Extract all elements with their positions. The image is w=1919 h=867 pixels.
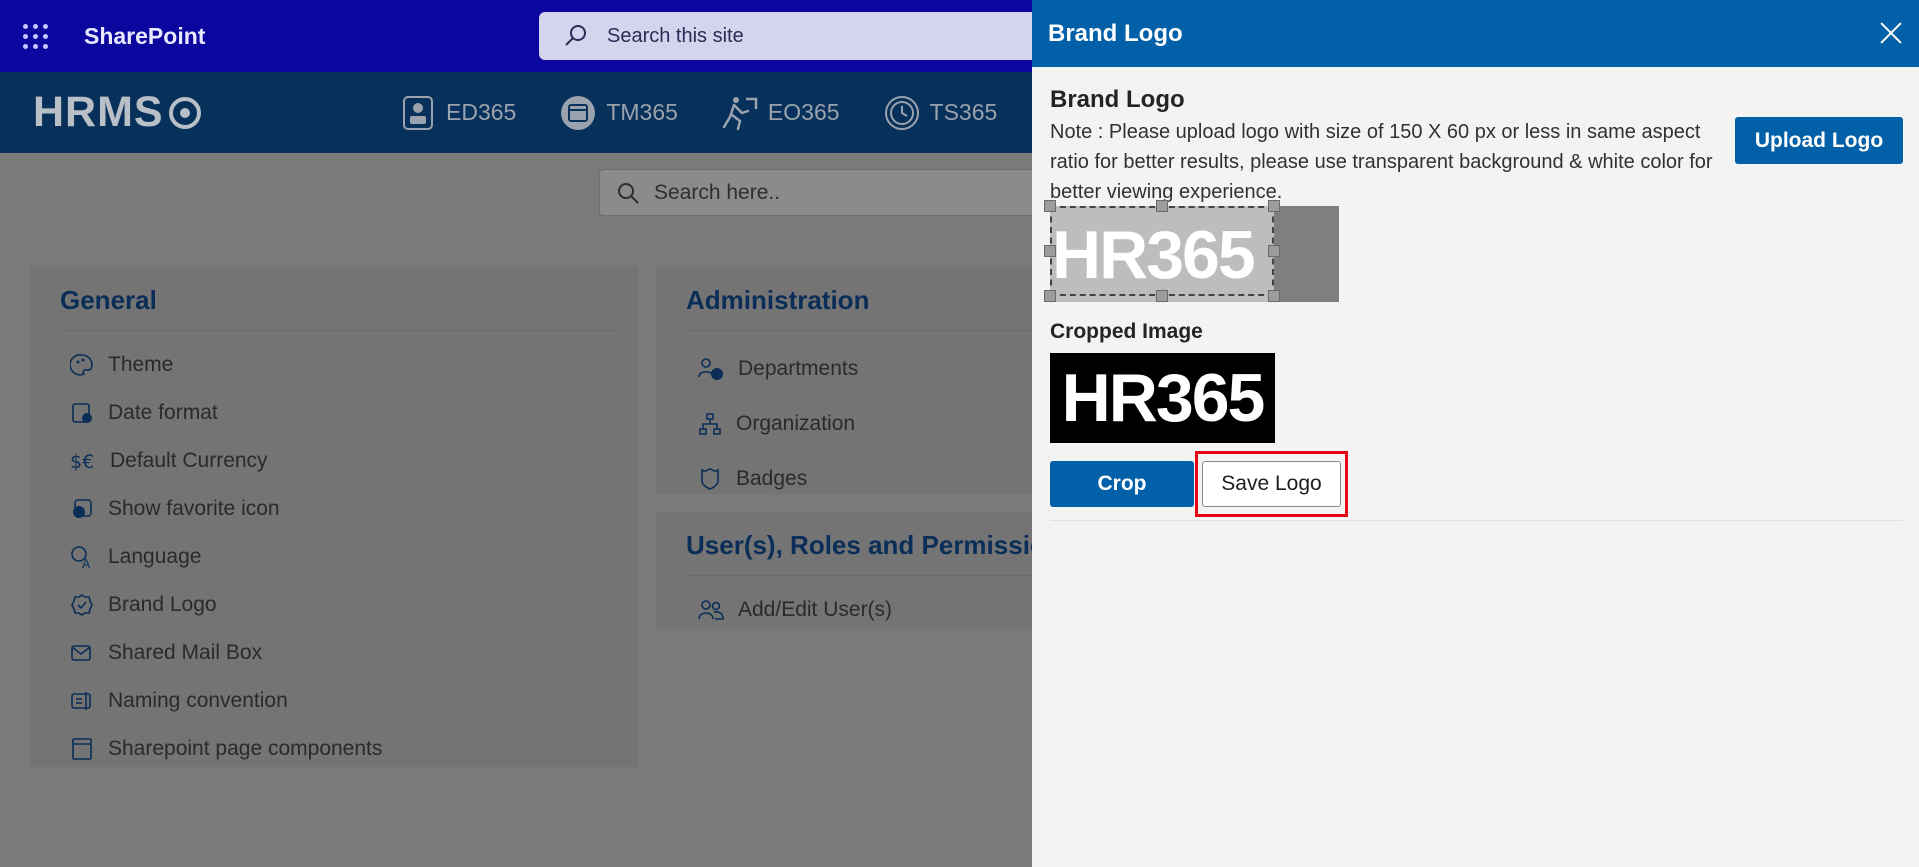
crop-handle-n[interactable] [1156, 200, 1168, 212]
departments-icon [698, 357, 723, 380]
menu-item-sharepoint-page-components[interactable]: Sharepoint page components [30, 725, 638, 773]
palette-icon [70, 354, 93, 376]
cropped-image-text: HR365 [1061, 360, 1266, 436]
menu-item-label: Organization [736, 411, 856, 435]
favorite-icon [73, 499, 92, 518]
site-search-box[interactable]: Search this site [539, 12, 1039, 60]
general-card: General Theme Date format $€ Default Cur… [30, 267, 638, 767]
menu-item-date-format[interactable]: Date format [30, 389, 638, 437]
menu-item-organization[interactable]: Organization [656, 396, 1032, 451]
crop-editor[interactable]: HR365 [1044, 200, 1339, 302]
menu-item-brand-logo[interactable]: Brand Logo [30, 581, 638, 629]
menu-item-label: Default Currency [110, 449, 268, 472]
section-title: Brand Logo [1050, 86, 1185, 113]
crop-button[interactable]: Crop [1050, 461, 1194, 507]
employee-directory-icon [403, 95, 433, 130]
crop-outside-area [1274, 206, 1339, 302]
svg-text:A: A [82, 557, 91, 569]
menu-item-label: Add/Edit User(s) [738, 598, 893, 621]
tab-tm365[interactable]: TM365 [558, 93, 678, 133]
menu-item-default-currency[interactable]: $€ Default Currency [30, 437, 638, 485]
menu-item-theme[interactable]: Theme [30, 341, 638, 389]
users-roles-title: User(s), Roles and Permissio [686, 530, 1032, 560]
hrms-logo[interactable]: HRMS [33, 88, 201, 137]
menu-item-departments[interactable]: Departments [656, 341, 1032, 396]
language-icon: A [71, 546, 91, 569]
tab-ed365-label: ED365 [446, 99, 517, 125]
menu-item-label: Language [108, 545, 202, 568]
tab-tm365-label: TM365 [606, 99, 678, 125]
menu-item-label: Sharepoint page components [108, 737, 383, 760]
users-roles-card: User(s), Roles and Permissio Add/Edit Us… [656, 512, 1032, 628]
tab-eo365-label: EO365 [767, 99, 840, 125]
page-search-input[interactable]: Search here.. [599, 169, 1059, 216]
clock-icon [884, 95, 919, 130]
calendar-clock-icon [72, 403, 92, 423]
brand-logo-panel: Brand Logo Brand Logo Note : Please uplo… [1032, 0, 1919, 867]
panel-header: Brand Logo [1032, 0, 1919, 67]
page-search-placeholder: Search here.. [654, 180, 781, 204]
mailbox-icon [71, 645, 91, 661]
search-icon [565, 25, 586, 46]
menu-item-add-edit-users[interactable]: Add/Edit User(s) [656, 586, 1032, 628]
close-icon[interactable] [1877, 19, 1905, 47]
menu-item-label: Naming convention [108, 689, 288, 712]
app-launcher-button[interactable] [0, 0, 70, 72]
badge-shield-icon [701, 467, 719, 490]
crop-handle-e[interactable] [1268, 245, 1280, 257]
crop-handle-nw[interactable] [1044, 200, 1056, 212]
general-title: General [60, 285, 157, 315]
menu-item-badges[interactable]: Badges [656, 451, 1032, 506]
upload-logo-button[interactable]: Upload Logo [1735, 117, 1903, 164]
highlight-box [1195, 451, 1348, 517]
administration-title: Administration [686, 285, 870, 315]
crop-selection[interactable] [1050, 206, 1274, 296]
rename-icon [71, 692, 91, 710]
menu-item-label: Theme [108, 353, 174, 376]
sharepoint-title[interactable]: SharePoint [84, 23, 205, 50]
menu-item-language[interactable]: A Language [30, 533, 638, 581]
upload-note: Note : Please upload logo with size of 1… [1050, 121, 1713, 203]
menu-item-shared-mail-box[interactable]: Shared Mail Box [30, 629, 638, 677]
module-tabs: ED365 TM365 EO365 TS365 [398, 72, 1039, 153]
menu-item-label: Date format [108, 401, 218, 424]
org-chart-icon [699, 412, 721, 435]
divider [1050, 520, 1903, 521]
waffle-icon [22, 23, 48, 49]
users-icon [698, 600, 724, 620]
cropped-image-preview: HR365 [1050, 353, 1275, 443]
cropped-image-label: Cropped Image [1050, 320, 1203, 343]
panel-title: Brand Logo [1048, 19, 1183, 47]
exit-icon [722, 96, 758, 130]
crop-handle-sw[interactable] [1044, 290, 1056, 302]
site-search-placeholder: Search this site [607, 24, 744, 47]
menu-item-label: Badges [736, 466, 808, 490]
tab-eo365[interactable]: EO365 [720, 93, 840, 133]
calendar-icon [561, 95, 596, 130]
crop-handle-s[interactable] [1156, 290, 1168, 302]
tab-ts365[interactable]: TS365 [882, 93, 998, 133]
crop-handle-ne[interactable] [1268, 200, 1280, 212]
administration-card: Administration Departments Organization … [656, 267, 1032, 494]
menu-item-show-favorite-icon[interactable]: Show favorite icon [30, 485, 638, 533]
crop-handle-se[interactable] [1268, 290, 1280, 302]
currency-icon: $€ [70, 451, 94, 473]
menu-item-label: Show favorite icon [108, 497, 280, 520]
hrms-logo-text: HRMS [33, 88, 164, 136]
tab-ts365-label: TS365 [929, 99, 998, 125]
menu-item-label: Departments [738, 356, 859, 380]
svg-text:$€: $€ [70, 451, 94, 473]
search-icon [618, 182, 639, 204]
hrms-logo-mark-icon [168, 96, 201, 129]
menu-item-label: Shared Mail Box [108, 641, 263, 664]
menu-item-naming-convention[interactable]: Naming convention [30, 677, 638, 725]
badge-icon [71, 594, 93, 616]
tab-ed365[interactable]: ED365 [398, 93, 516, 133]
menu-item-label: Brand Logo [108, 593, 217, 616]
page-icon [72, 738, 92, 760]
crop-handle-w[interactable] [1044, 245, 1056, 257]
